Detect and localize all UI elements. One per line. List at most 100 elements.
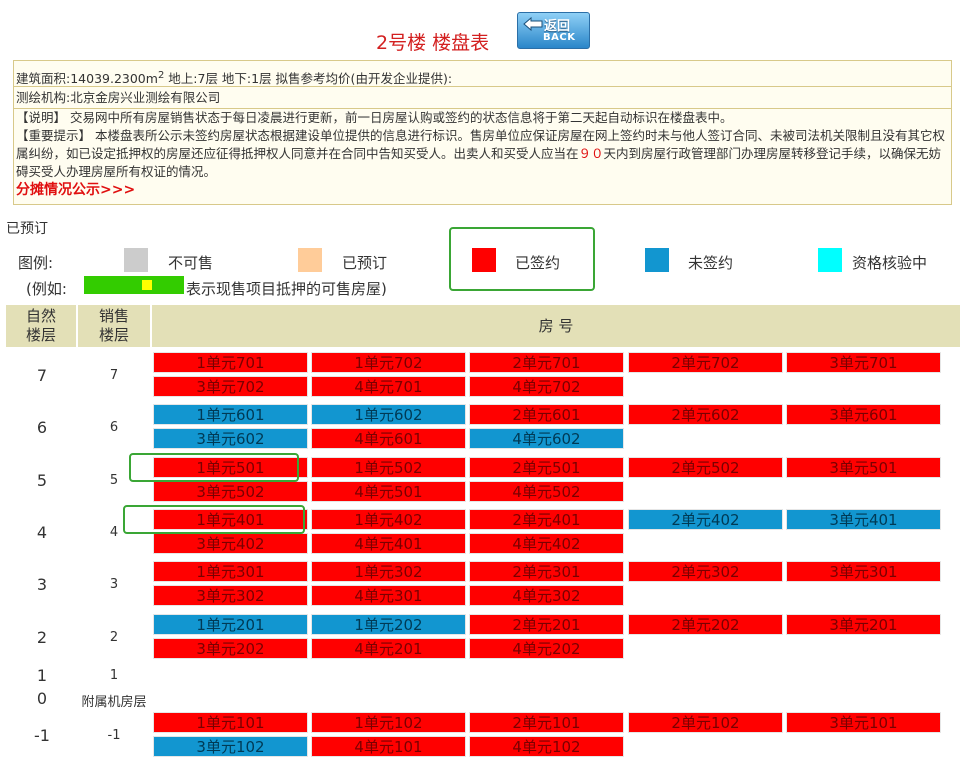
unit-cell[interactable]: 4单元502 [469, 481, 624, 502]
unit-cell[interactable]: 2单元202 [628, 614, 783, 635]
unit-cell[interactable]: 1单元702 [311, 352, 466, 373]
tip-days: ９０ [578, 146, 604, 161]
page-title: 2号楼 楼盘表 [376, 32, 490, 54]
unit-cell[interactable]: 2单元301 [469, 561, 624, 582]
unit-cell[interactable]: 2单元101 [469, 712, 624, 733]
unit-cell[interactable]: 3单元501 [786, 457, 941, 478]
natural-floor-label: 7 [36, 366, 48, 385]
unit-cell[interactable]: 1单元201 [153, 614, 308, 635]
natural-floor-label: 0 [36, 689, 48, 708]
unit-cell[interactable]: 4单元101 [311, 736, 466, 757]
unit-cell[interactable]: 2单元601 [469, 404, 624, 425]
unit-cell[interactable]: 1单元701 [153, 352, 308, 373]
unit-cell[interactable]: 4单元301 [311, 585, 466, 606]
unit-cell[interactable]: 1单元302 [311, 561, 466, 582]
unit-cell[interactable]: 3单元301 [786, 561, 941, 582]
legend-swatch-unavailable [124, 248, 148, 272]
back-button[interactable]: 返回 BACK [517, 12, 590, 49]
sale-floor-label: 1 [109, 668, 119, 683]
unit-cell[interactable]: 3单元701 [786, 352, 941, 373]
survey-info: 测绘机构:北京金房兴业测绘有限公司 [14, 87, 951, 109]
unit-cell[interactable]: 1单元601 [153, 404, 308, 425]
sale-floor-label: 附属机房层 [81, 695, 147, 710]
header-natural-floor: 自然 楼层 [6, 305, 76, 347]
share-link[interactable]: 分摊情况公示>>> [16, 182, 135, 198]
unit-cell[interactable]: 4单元601 [311, 428, 466, 449]
legend-swatch-verifying [818, 248, 842, 272]
example-suffix: 表示现售项目抵押的可售房屋) [186, 280, 387, 298]
unit-cell[interactable]: 4单元602 [469, 428, 624, 449]
legend-label-unavailable: 不可售 [168, 254, 214, 272]
unit-cell[interactable]: 1单元101 [153, 712, 308, 733]
header-sale-floor-label: 销售 楼层 [98, 307, 129, 344]
unit-cell[interactable]: 4单元202 [469, 638, 624, 659]
area-text: 建筑面积:14039.2300m [16, 71, 158, 87]
legend-swatch-unsigned [645, 248, 669, 272]
natural-floor-label: 3 [36, 575, 48, 594]
unit-cell[interactable]: 3单元101 [786, 712, 941, 733]
status-line: 已预订 [6, 221, 48, 237]
unit-cell[interactable]: 3单元602 [153, 428, 308, 449]
unit-cell[interactable]: 3单元502 [153, 481, 308, 502]
sale-floor-label: 2 [109, 630, 119, 645]
sale-floor-label: 3 [109, 577, 119, 592]
example-prefix: (例如: [26, 280, 67, 298]
legend-prefix: 图例: [18, 254, 54, 272]
unit-cell[interactable]: 3单元702 [153, 376, 308, 397]
unit-cell[interactable]: 4单元302 [469, 585, 624, 606]
unit-cell[interactable]: 2单元102 [628, 712, 783, 733]
note-text: 【说明】 交易网中所有房屋销售状态于每日凌晨进行更新，前一日房屋认购或签约的状态… [16, 110, 733, 125]
unit-cell[interactable]: 4单元701 [311, 376, 466, 397]
unit-cell[interactable]: 2单元502 [628, 457, 783, 478]
natural-floor-label: 6 [36, 418, 48, 437]
mortgage-example-marker [142, 280, 152, 290]
unit-cell[interactable]: 1单元202 [311, 614, 466, 635]
sale-floor-label: 6 [109, 420, 119, 435]
unit-cell[interactable]: 4单元401 [311, 533, 466, 554]
unit-cell[interactable]: 3单元601 [786, 404, 941, 425]
unit-cell[interactable]: 3单元201 [786, 614, 941, 635]
sale-floor-label: 7 [109, 368, 119, 383]
sale-floor-label: -1 [107, 728, 121, 743]
unit-cell[interactable]: 3单元102 [153, 736, 308, 757]
unit-cell[interactable]: 1单元102 [311, 712, 466, 733]
unit-cell[interactable]: 4单元402 [469, 533, 624, 554]
unit-cell[interactable]: 1单元502 [311, 457, 466, 478]
unit-cell[interactable]: 3单元401 [786, 509, 941, 530]
legend-label-verifying: 资格核验中 [852, 254, 928, 272]
legend-label-unsigned: 未签约 [688, 254, 734, 272]
natural-floor-label: 1 [36, 666, 48, 685]
header-natural-floor-label: 自然 楼层 [25, 307, 56, 344]
unit-cell[interactable]: 1单元602 [311, 404, 466, 425]
unit-cell[interactable]: 2单元602 [628, 404, 783, 425]
natural-floor-label: -1 [34, 726, 50, 745]
unit-cell[interactable]: 2单元201 [469, 614, 624, 635]
signed-legend-highlight [449, 227, 595, 291]
unit-cell[interactable]: 2单元302 [628, 561, 783, 582]
unit-cell[interactable]: 3单元302 [153, 585, 308, 606]
page-header: 2号楼 楼盘表 返回 BACK [0, 0, 978, 58]
legend-label-reserved: 已预订 [342, 254, 388, 272]
unit-cell[interactable]: 4单元201 [311, 638, 466, 659]
unit-cell[interactable]: 2单元401 [469, 509, 624, 530]
unit-cell[interactable]: 4单元501 [311, 481, 466, 502]
unit-501-highlight [129, 453, 299, 482]
unit-cell[interactable]: 1单元301 [153, 561, 308, 582]
area-info: 建筑面积:14039.2300m2 地上:7层 地下:1层 拟售参考均价(由开发… [14, 63, 951, 87]
unit-cell[interactable]: 4单元102 [469, 736, 624, 757]
unit-cell[interactable]: 3单元202 [153, 638, 308, 659]
unit-cell[interactable]: 1单元402 [311, 509, 466, 530]
unit-cell[interactable]: 3单元402 [153, 533, 308, 554]
mortgage-example-swatch [84, 276, 184, 294]
unit-cell[interactable]: 4单元702 [469, 376, 624, 397]
unit-cell[interactable]: 2单元701 [469, 352, 624, 373]
floors-text: 地上:7层 地下:1层 拟售参考均价(由开发企业提供): [164, 71, 453, 87]
unit-cell[interactable]: 2单元702 [628, 352, 783, 373]
unit-cell[interactable]: 2单元501 [469, 457, 624, 478]
unit-cell[interactable]: 2单元402 [628, 509, 783, 530]
back-button-en-label: BACK [543, 32, 576, 43]
natural-floor-label: 4 [36, 523, 48, 542]
natural-floor-label: 2 [36, 628, 48, 647]
header-room: 房 号 [152, 305, 960, 347]
unit-401-highlight [123, 505, 305, 534]
